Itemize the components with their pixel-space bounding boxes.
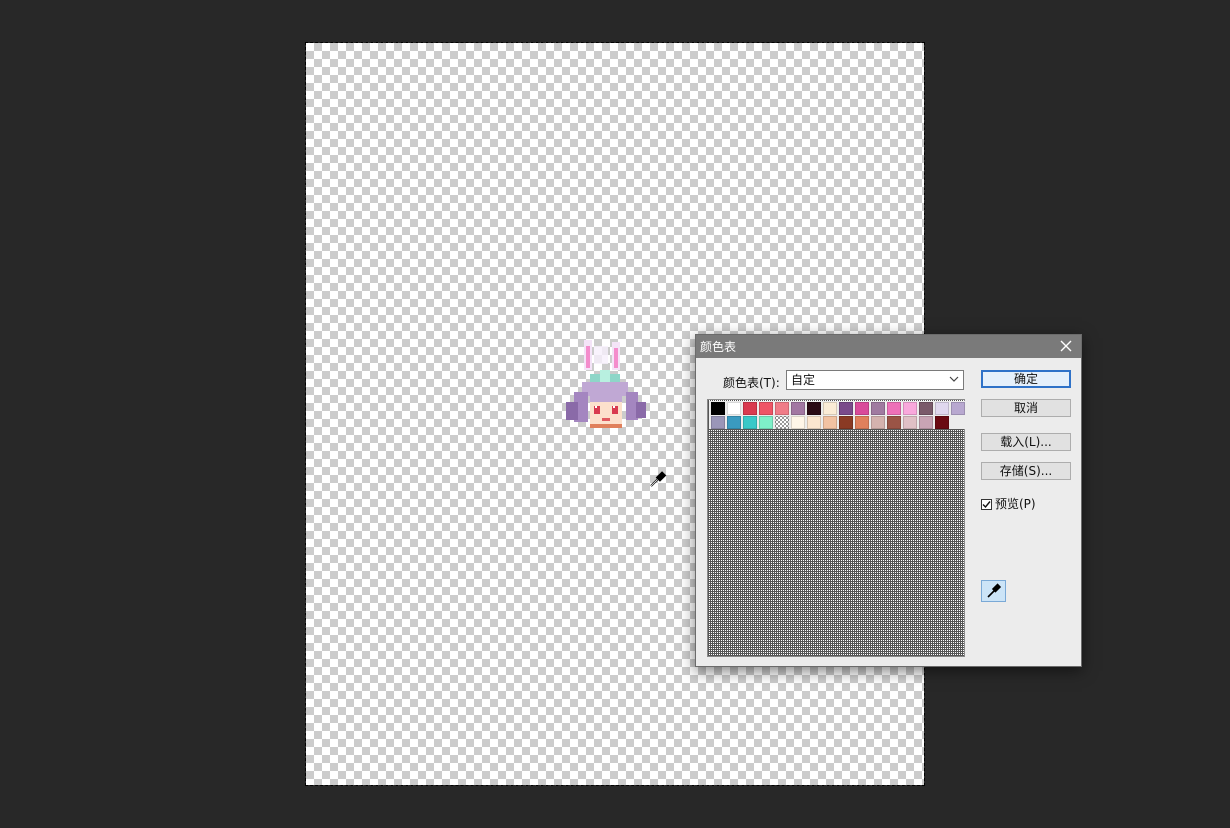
- save-button[interactable]: 存储(S)...: [981, 462, 1071, 480]
- close-icon[interactable]: [1059, 339, 1073, 353]
- color-swatch[interactable]: [807, 416, 821, 429]
- color-swatch[interactable]: [743, 416, 757, 429]
- load-button[interactable]: 载入(L)...: [981, 433, 1071, 451]
- color-swatch[interactable]: [935, 416, 949, 429]
- color-swatch[interactable]: [919, 416, 933, 429]
- color-swatch[interactable]: [791, 416, 805, 429]
- color-swatch[interactable]: [951, 402, 965, 415]
- color-table-select[interactable]: 自定: [786, 370, 964, 390]
- eyedropper-icon: [987, 583, 1002, 598]
- eyedropper-button[interactable]: [981, 580, 1006, 602]
- color-swatch[interactable]: [727, 416, 741, 429]
- dialog-titlebar[interactable]: 颜色表: [696, 335, 1081, 358]
- color-swatch[interactable]: [791, 402, 805, 415]
- color-swatch[interactable]: [871, 416, 885, 429]
- color-swatch[interactable]: [871, 402, 885, 415]
- color-swatch[interactable]: [839, 416, 853, 429]
- sprite-character: [566, 340, 646, 428]
- color-swatch[interactable]: [759, 402, 773, 415]
- preview-checkbox-box[interactable]: [981, 499, 992, 510]
- color-table-dialog: 颜色表 颜色表(T): 自定 确定 取消 载入(L)... 存储(S)... 预…: [695, 334, 1082, 667]
- eyedropper-cursor-icon: [650, 471, 667, 487]
- color-swatch[interactable]: [919, 402, 933, 415]
- chevron-down-icon: [949, 376, 959, 382]
- color-swatch[interactable]: [823, 402, 837, 415]
- color-swatch[interactable]: [743, 402, 757, 415]
- color-swatch[interactable]: [807, 402, 821, 415]
- color-swatch[interactable]: [855, 402, 869, 415]
- preview-checkbox[interactable]: 预览(P): [981, 495, 1036, 512]
- color-swatch-grid[interactable]: [707, 399, 965, 657]
- checkmark-icon: [982, 501, 991, 509]
- color-swatch[interactable]: [903, 402, 917, 415]
- color-swatch[interactable]: [887, 402, 901, 415]
- color-table-select-value: 自定: [791, 373, 816, 387]
- ok-button[interactable]: 确定: [981, 370, 1071, 388]
- color-swatch[interactable]: [839, 402, 853, 415]
- color-swatch[interactable]: [711, 402, 725, 415]
- color-swatch[interactable]: [823, 416, 837, 429]
- swatch-list: [709, 401, 965, 429]
- cancel-button[interactable]: 取消: [981, 399, 1071, 417]
- color-swatch[interactable]: [759, 416, 773, 429]
- color-swatch[interactable]: [887, 416, 901, 429]
- color-table-label: 颜色表(T):: [723, 376, 780, 390]
- color-swatch[interactable]: [775, 416, 789, 429]
- color-swatch[interactable]: [727, 402, 741, 415]
- color-swatch[interactable]: [711, 416, 725, 429]
- color-swatch[interactable]: [903, 416, 917, 429]
- preview-label: 预览(P): [995, 497, 1036, 511]
- color-swatch[interactable]: [935, 402, 949, 415]
- color-swatch[interactable]: [775, 402, 789, 415]
- dialog-title: 颜色表: [700, 340, 737, 354]
- color-swatch[interactable]: [855, 416, 869, 429]
